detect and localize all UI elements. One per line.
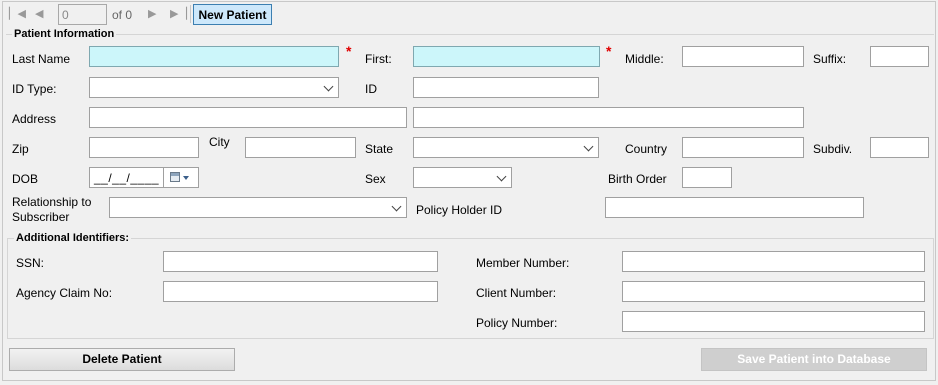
address-line1-input[interactable]	[89, 107, 407, 128]
dob-input[interactable]: __/__/____	[89, 167, 199, 188]
new-patient-button[interactable]: New Patient	[193, 4, 272, 25]
additional-identifiers-title: Additional Identifiers:	[14, 231, 132, 245]
id-type-select[interactable]	[89, 77, 339, 98]
record-count: of 0	[112, 8, 133, 22]
address-label: Address	[12, 112, 57, 126]
agency-claim-input[interactable]	[163, 281, 438, 302]
delete-patient-button[interactable]: Delete Patient	[9, 348, 235, 371]
first-name-input[interactable]	[413, 46, 600, 67]
middle-name-label: Middle:	[625, 52, 664, 66]
agency-claim-label: Agency Claim No:	[16, 286, 113, 300]
id-input[interactable]	[413, 77, 599, 98]
ssn-input[interactable]	[163, 251, 438, 272]
country-input[interactable]	[682, 137, 804, 158]
state-label: State	[365, 142, 394, 156]
policy-holder-label: Policy Holder ID	[416, 203, 503, 217]
dob-mask: __/__/____	[94, 171, 160, 185]
first-name-required-mark: *	[606, 43, 612, 59]
subdiv-label: Subdiv.	[813, 142, 853, 156]
record-position-input[interactable]: 0	[58, 4, 107, 25]
patient-info-title: Patient Information	[12, 27, 117, 41]
zip-input[interactable]	[89, 137, 199, 158]
dob-label: DOB	[12, 172, 39, 186]
first-record-icon[interactable]: ▏◀	[9, 7, 26, 21]
id-label: ID	[365, 82, 377, 96]
state-select[interactable]	[413, 137, 599, 158]
last-name-required-mark: *	[346, 43, 352, 59]
city-label: City	[209, 135, 230, 149]
country-label: Country	[625, 142, 668, 156]
policy-holder-input[interactable]	[605, 197, 864, 218]
toolbar-separator	[190, 5, 191, 23]
policy-number-label: Policy Number:	[476, 316, 558, 330]
first-name-label: First:	[365, 52, 392, 66]
client-number-input[interactable]	[622, 281, 925, 302]
subdiv-input[interactable]	[870, 137, 929, 158]
last-name-label: Last Name	[12, 52, 71, 66]
suffix-label: Suffix:	[813, 52, 847, 66]
save-patient-button[interactable]: Save Patient into Database	[701, 348, 927, 371]
record-position-value: 0	[62, 8, 69, 22]
member-number-label: Member Number:	[476, 256, 570, 270]
suffix-input[interactable]	[870, 46, 929, 67]
sex-label: Sex	[365, 172, 386, 186]
middle-name-input[interactable]	[682, 46, 804, 67]
zip-label: Zip	[12, 142, 29, 156]
relationship-select[interactable]	[109, 197, 407, 218]
birth-order-label: Birth Order	[608, 172, 667, 186]
address-line2-input[interactable]	[413, 107, 804, 128]
previous-record-icon[interactable]: ◀	[35, 7, 43, 21]
next-record-icon[interactable]: ▶	[148, 7, 156, 21]
relationship-label: Relationship to Subscriber	[12, 195, 92, 224]
calendar-icon[interactable]	[170, 172, 180, 182]
last-name-input[interactable]	[89, 46, 339, 67]
patient-info-group-line	[6, 34, 934, 35]
dob-picker-divider	[163, 168, 164, 187]
policy-number-input[interactable]	[622, 311, 925, 332]
id-type-label: ID Type:	[12, 82, 57, 96]
sex-select[interactable]	[413, 167, 512, 188]
city-input[interactable]	[245, 137, 356, 158]
member-number-input[interactable]	[622, 251, 925, 272]
client-number-label: Client Number:	[476, 286, 557, 300]
last-record-icon[interactable]: ▶▕	[170, 7, 187, 21]
chevron-down-icon[interactable]	[183, 176, 189, 180]
birth-order-input[interactable]	[682, 167, 732, 188]
ssn-label: SSN:	[16, 256, 45, 270]
